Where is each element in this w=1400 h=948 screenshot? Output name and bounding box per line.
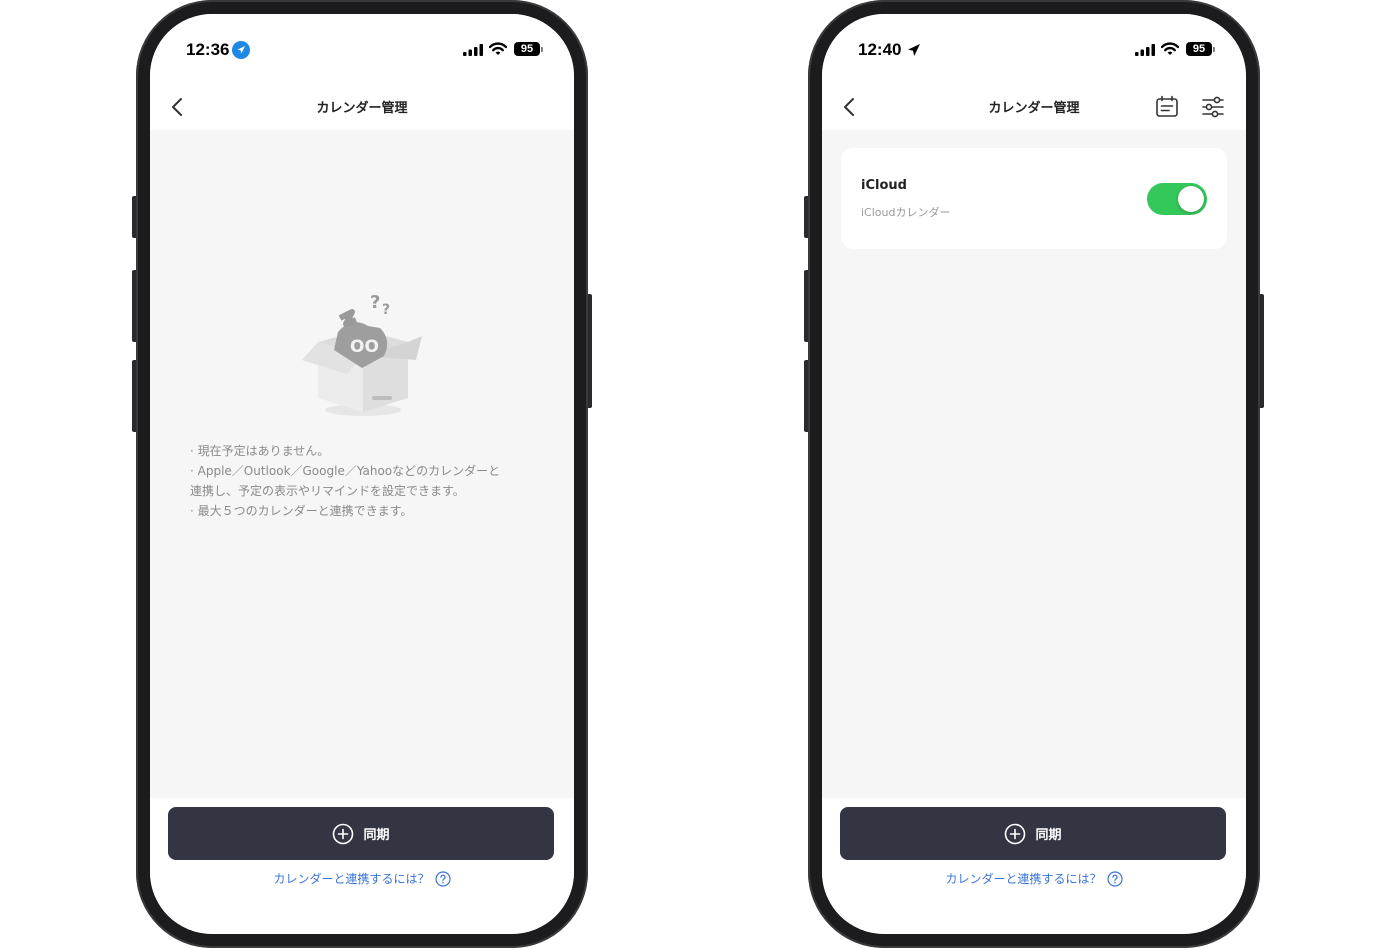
empty-note-line: · 現在予定はありません。 bbox=[190, 444, 330, 458]
help-link-text: カレンダーと連携するには？ bbox=[945, 872, 1102, 886]
status-bar: 12:36 95 bbox=[150, 14, 574, 84]
screen: 12:40 95 カレンダー管理 iCloud iCloudカレンダー 同期 カ… bbox=[822, 14, 1246, 934]
battery-indicator: 95 bbox=[514, 42, 540, 56]
screen: 12:36 95 カレンダー管理 ? ? OO · 現在予定はありません。 · … bbox=[150, 14, 574, 934]
calendar-sync-toggle[interactable] bbox=[1147, 183, 1207, 215]
page-title: カレンダー管理 bbox=[988, 101, 1080, 116]
sync-button-label: 同期 bbox=[1035, 828, 1062, 843]
phone-right: 12:40 95 カレンダー管理 iCloud iCloudカレンダー 同期 カ… bbox=[804, 0, 1264, 948]
nav-bar: カレンダー管理 bbox=[822, 84, 1246, 130]
svg-text:?: ? bbox=[370, 292, 380, 313]
empty-state-message: · 現在予定はありません。 · Apple／Outlook／Google／Yah… bbox=[190, 441, 540, 521]
question-circle-icon bbox=[434, 870, 451, 887]
status-time: 12:36 bbox=[186, 40, 230, 59]
nav-bar: カレンダー管理 bbox=[150, 84, 574, 130]
battery-tip bbox=[541, 47, 543, 52]
wifi-icon bbox=[1161, 42, 1179, 55]
sync-button[interactable]: 同期 bbox=[840, 807, 1226, 860]
empty-note-line: · 最大５つのカレンダーと連携できます。 bbox=[190, 504, 413, 518]
empty-box-icon: ? ? OO bbox=[302, 292, 422, 416]
cellular-signal-icon bbox=[463, 44, 483, 56]
sync-button[interactable]: 同期 bbox=[168, 807, 554, 860]
status-time: 12:40 bbox=[858, 40, 902, 59]
toggle-knob bbox=[1178, 186, 1204, 212]
sliders-icon[interactable] bbox=[1200, 94, 1226, 120]
calendar-item[interactable]: iCloud iCloudカレンダー bbox=[841, 148, 1227, 249]
wifi-icon bbox=[489, 42, 507, 55]
help-link[interactable]: カレンダーと連携するには？ bbox=[150, 870, 574, 887]
page-title: カレンダー管理 bbox=[316, 101, 408, 116]
phone-frame: 12:40 95 カレンダー管理 iCloud iCloudカレンダー 同期 カ… bbox=[808, 0, 1260, 948]
phone-left: 12:36 95 カレンダー管理 ? ? OO · 現在予定はありません。 · … bbox=[132, 0, 592, 948]
calendar-list-icon[interactable] bbox=[1154, 94, 1180, 120]
empty-note-line: · Apple／Outlook／Google／Yahooなどのカレンダーと 連携… bbox=[190, 464, 501, 498]
plus-circle-icon bbox=[333, 823, 354, 844]
location-arrow-icon bbox=[905, 41, 923, 59]
status-bar: 12:40 95 bbox=[822, 14, 1246, 84]
battery-indicator: 95 bbox=[1186, 42, 1212, 56]
location-arrow-badge-icon bbox=[232, 41, 250, 59]
plus-circle-icon bbox=[1005, 823, 1026, 844]
calendar-item-subtitle: iCloudカレンダー bbox=[861, 206, 951, 219]
cellular-signal-icon bbox=[1135, 44, 1155, 56]
battery-tip bbox=[1213, 47, 1215, 52]
question-circle-icon bbox=[1106, 870, 1123, 887]
help-link-text: カレンダーと連携するには？ bbox=[273, 872, 430, 886]
sync-button-label: 同期 bbox=[363, 828, 390, 843]
bottom-bar: 同期 カレンダーと連携するには？ bbox=[150, 798, 574, 934]
help-link[interactable]: カレンダーと連携するには？ bbox=[822, 870, 1246, 887]
calendar-item-title: iCloud bbox=[861, 178, 907, 193]
phone-frame: 12:36 95 カレンダー管理 ? ? OO · 現在予定はありません。 · … bbox=[136, 0, 588, 948]
svg-text:?: ? bbox=[382, 302, 390, 318]
bottom-bar: 同期 カレンダーと連携するには？ bbox=[822, 798, 1246, 934]
box-face-text: OO bbox=[350, 337, 379, 357]
